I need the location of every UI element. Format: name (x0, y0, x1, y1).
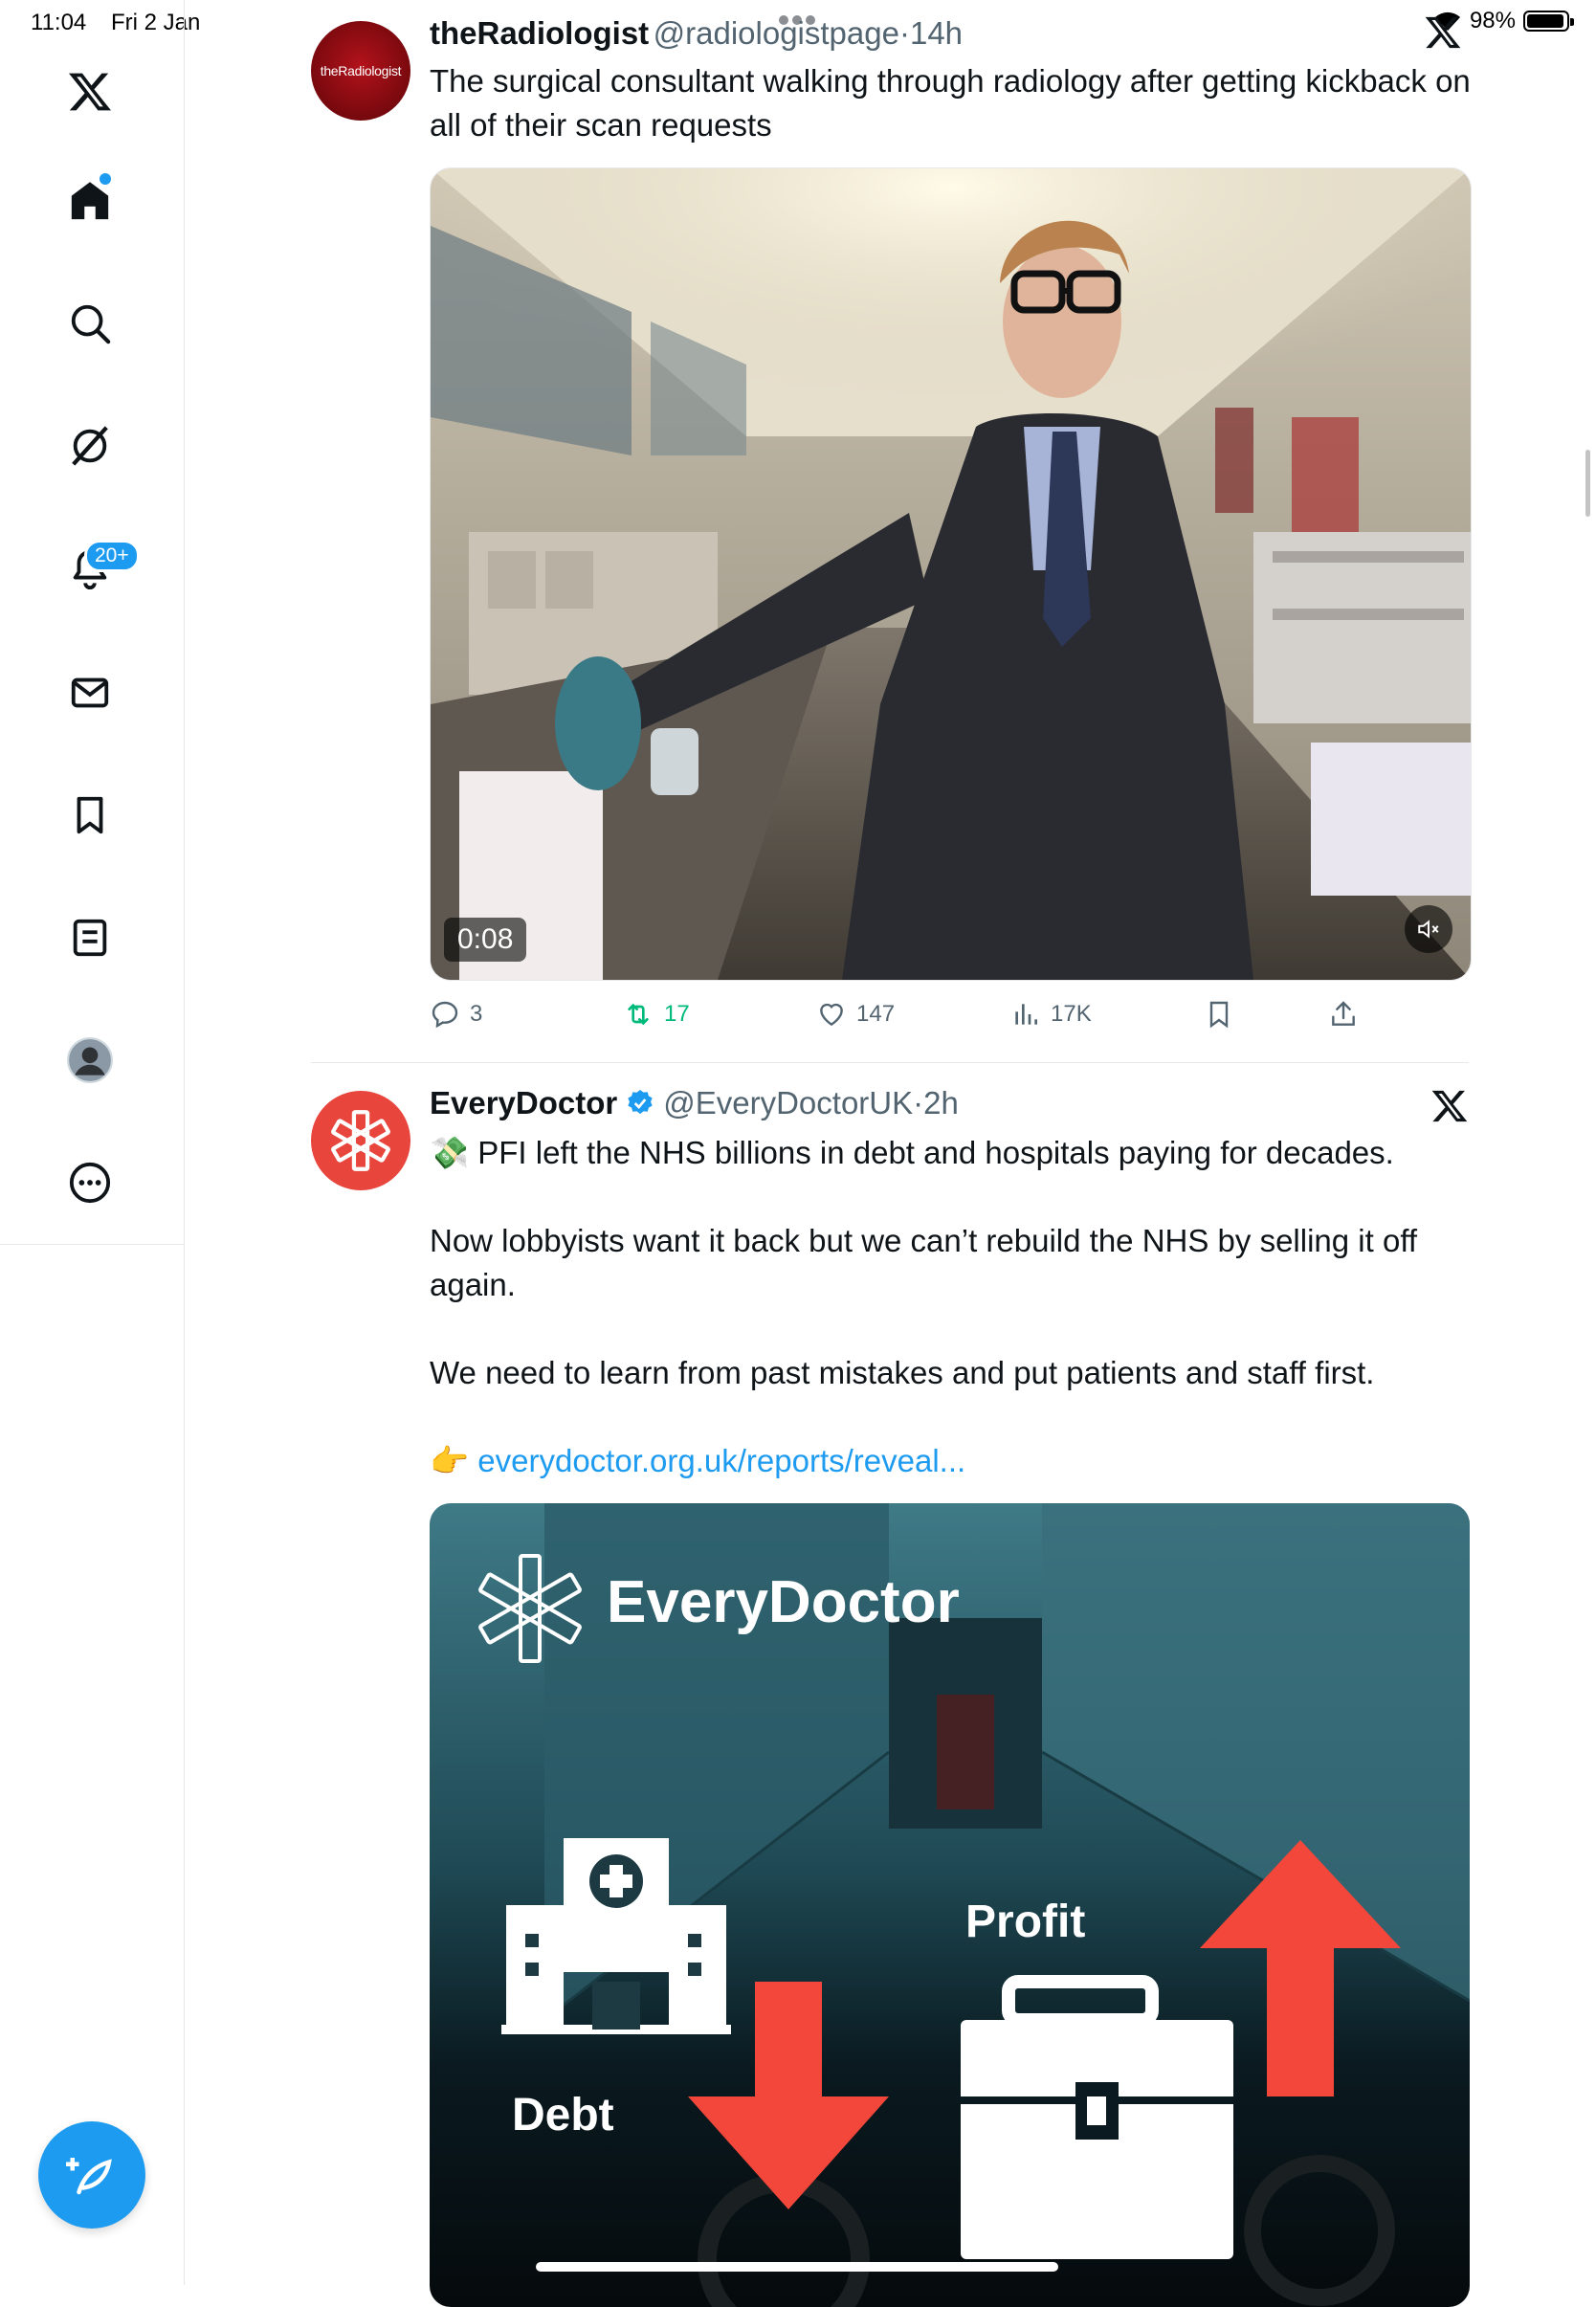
views-count: 17K (1051, 1001, 1092, 1027)
tweet1-video[interactable]: 0:08 (430, 167, 1472, 981)
like-button[interactable]: 147 (816, 999, 895, 1030)
tweet2-grok-x-icon[interactable] (1430, 1087, 1469, 1130)
everydoctor-star-of-life-icon (331, 1110, 390, 1171)
reply-button[interactable]: 3 (430, 999, 482, 1030)
lists-icon[interactable] (63, 911, 117, 965)
retweet-button[interactable]: 17 (622, 999, 690, 1030)
tweet1-text: The surgical consultant walking through … (430, 63, 1471, 143)
tweet2-header: EveryDoctor @EveryDoctorUK·2h (430, 1085, 959, 1121)
image-debt-label: Debt (512, 2090, 614, 2141)
tweet1-avatar-text: theRadiologist (320, 63, 402, 78)
battery-percent: 98% (1469, 8, 1516, 33)
tweet2-author-name[interactable]: EveryDoctor (430, 1085, 617, 1121)
tweet1-author-handle[interactable]: @radiologistpage (654, 15, 899, 51)
pointing-emoji: 👉 (430, 1443, 470, 1478)
x-logo-icon[interactable] (63, 65, 117, 119)
tweet2-separator: · (913, 1085, 924, 1120)
tweet1-separator: · (898, 15, 910, 51)
verified-badge-icon (628, 1090, 653, 1115)
messages-icon[interactable] (63, 666, 117, 720)
tweet2-link[interactable]: everydoctor.org.uk/reports/reveal... (477, 1443, 965, 1478)
tweet2-line3: We need to learn from past mistakes and … (430, 1355, 1375, 1390)
money-emoji: 💸 (430, 1135, 470, 1170)
tweet2-avatar[interactable] (311, 1091, 410, 1190)
bookmark-button[interactable] (1204, 999, 1234, 1030)
home-notification-dot (100, 173, 111, 185)
reply-count: 3 (470, 1001, 483, 1027)
notifications-badge: 20+ (84, 540, 140, 572)
tweet-divider (311, 1062, 1469, 1063)
tweet2-link-line: 👉 everydoctor.org.uk/reports/reveal... (430, 1439, 1482, 1483)
tweet2-time[interactable]: 2h (923, 1085, 959, 1120)
tweet1-time[interactable]: 14h (910, 15, 963, 51)
like-count: 147 (856, 1001, 896, 1027)
retweet-count: 17 (664, 1001, 690, 1027)
compose-post-button[interactable] (38, 2121, 145, 2229)
reply-icon (432, 1001, 458, 1029)
search-icon[interactable] (63, 297, 117, 350)
grok-icon[interactable] (63, 419, 117, 473)
tweet1-avatar[interactable]: theRadiologist (311, 21, 410, 121)
tweet2-line1: 💸 PFI left the NHS billions in debt and … (430, 1135, 1394, 1170)
compose-feather-icon (66, 2158, 112, 2195)
image-profit-label: Profit (965, 1897, 1086, 1947)
profile-avatar-icon[interactable] (63, 1033, 117, 1087)
bookmarks-icon[interactable] (63, 788, 117, 842)
mute-button[interactable] (1405, 905, 1452, 953)
bookmark-icon (1209, 1001, 1229, 1029)
tweet2-author-handle[interactable]: @EveryDoctorUK (663, 1085, 913, 1120)
tweet2-line2: Now lobbyists want it back but we can’t … (430, 1223, 1418, 1302)
sidebar-divider (0, 1244, 184, 1245)
retweet-icon (628, 1003, 649, 1026)
tweet1-header: theRadiologist @radiologistpage·14h (430, 15, 963, 52)
tweet1-author-name[interactable]: theRadiologist (430, 15, 649, 51)
more-icon[interactable] (63, 1156, 117, 1209)
home-indicator[interactable] (536, 2262, 1058, 2272)
battery-icon (1523, 11, 1574, 32)
tweet2-text: 💸 PFI left the NHS billions in debt and … (430, 1131, 1482, 1483)
tweet1-grok-x-icon[interactable] (1424, 13, 1462, 56)
views-bar-chart-icon (1015, 1004, 1037, 1025)
scroll-indicator[interactable] (1585, 450, 1590, 517)
tweet2-image[interactable]: EveryDoctor Debt Profit (430, 1503, 1470, 2307)
image-brand-text: EveryDoctor (607, 1569, 960, 1635)
views-button[interactable]: 17K (1010, 999, 1092, 1030)
video-duration: 0:08 (444, 918, 527, 962)
muted-speaker-icon (1418, 920, 1439, 939)
share-icon (1332, 1001, 1355, 1026)
share-button[interactable] (1328, 999, 1359, 1030)
heart-icon (820, 1003, 843, 1027)
